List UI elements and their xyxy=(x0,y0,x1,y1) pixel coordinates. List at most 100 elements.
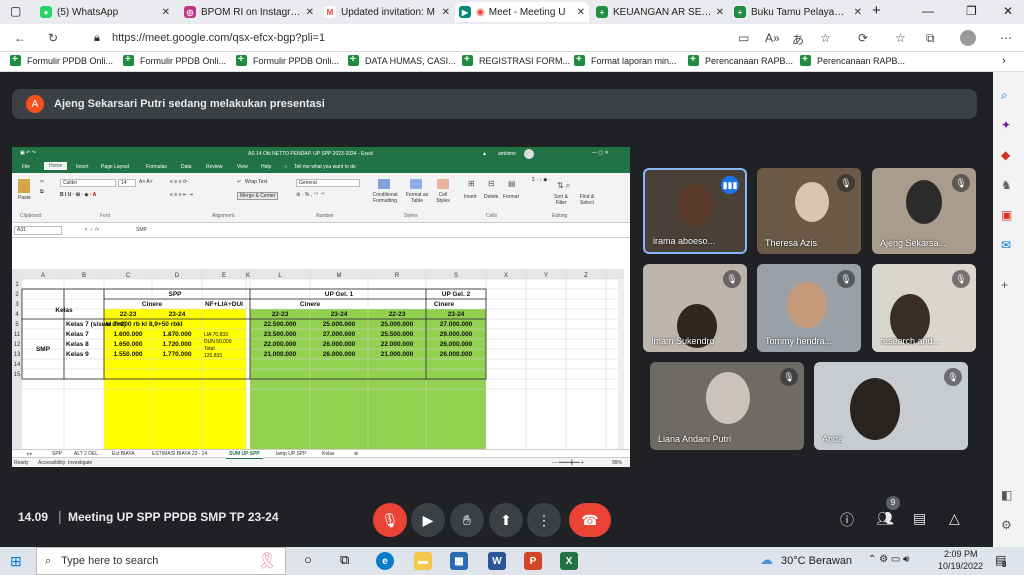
number-format-box: General xyxy=(296,179,360,187)
lock-icon: 🔒︎ xyxy=(94,32,100,44)
sheet-tab: Est BIAYA xyxy=(112,451,135,457)
back-icon[interactable]: ← xyxy=(14,31,26,45)
cell: 22-23 xyxy=(272,311,289,318)
settings-icon[interactable]: ⚙ xyxy=(1001,518,1012,532)
sheets-icon xyxy=(348,54,359,66)
translate-icon[interactable]: あ xyxy=(792,31,804,48)
store-icon[interactable]: ▦ xyxy=(450,552,468,570)
mic-toggle-button[interactable]: 🎙︎ xyxy=(373,503,407,537)
end-call-button[interactable]: ☎︎ xyxy=(569,503,611,537)
tab-instagram[interactable]: ◎ BPOM RI on Instagram ✕ xyxy=(180,2,318,22)
favorites-icon[interactable]: ☆ xyxy=(895,31,906,45)
outlook-icon[interactable]: ✉ xyxy=(1001,238,1011,252)
search-icon[interactable]: ⌕ xyxy=(1001,88,1008,103)
cell: 27.000.000 xyxy=(440,321,473,328)
office-icon[interactable]: ▣ xyxy=(1001,208,1012,222)
tag-icon[interactable]: ◆ xyxy=(1001,148,1010,162)
task-view-icon[interactable]: ⧉ xyxy=(340,552,349,568)
add-icon[interactable]: + xyxy=(1001,278,1008,292)
tab-gmail[interactable]: M Updated invitation: M ✕ xyxy=(320,2,454,22)
bookmark-item[interactable]: DATA HUMAS, CASI... xyxy=(348,54,456,66)
sheet-tab: lamp UP SPP xyxy=(276,451,307,457)
tray-icons[interactable]: ⌃ ⚙ ▭ 🔊︎ xyxy=(868,554,909,565)
bookmark-item[interactable]: REGISTRASI FORM... xyxy=(462,54,570,66)
close-icon[interactable]: ✕ xyxy=(162,7,170,18)
profile-avatar[interactable] xyxy=(960,30,976,46)
more-options-button[interactable]: ⋮ xyxy=(527,503,561,537)
ribbon-tab: Insert xyxy=(76,164,89,170)
bookmark-item[interactable]: Perencanaan RAPB... xyxy=(800,54,905,66)
tab-meet[interactable]: ▶ ◉ Meet - Meeting U ✕ xyxy=(455,2,589,22)
weather-text[interactable]: 30°C Berawan xyxy=(781,555,852,567)
row-number: 15 xyxy=(14,372,21,378)
address-bar[interactable]: 🔒︎ https://meet.google.com/qsx-efcx-bgp?… xyxy=(88,29,728,47)
extensions-icon[interactable]: ⟳ xyxy=(858,31,868,45)
bookmark-item[interactable]: Formulir PPDB Onli... xyxy=(236,54,339,66)
close-icon[interactable]: ✕ xyxy=(854,7,862,18)
participant-tile[interactable]: 🎙︎ Imam Sukendro xyxy=(643,264,747,352)
ribbon-tab: Help xyxy=(261,164,272,170)
file-explorer-icon[interactable]: ▬ xyxy=(414,552,432,570)
hand-icon: ✋︎ xyxy=(463,511,471,528)
cell: 1.720.000 xyxy=(163,341,192,348)
tab-buku-tamu[interactable]: + Buku Tamu Pelayanan ✕ xyxy=(730,2,866,22)
meeting-title: Meeting UP SPP PPDB SMP TP 23-24 xyxy=(68,510,279,524)
participant-tile[interactable]: 🎙︎ Theresa Azis xyxy=(757,168,861,254)
bookmark-item[interactable]: Format laporan min... xyxy=(574,54,677,66)
sort-filter-icon: ⇅ ⌕ xyxy=(557,181,571,190)
edge-icon[interactable]: e xyxy=(376,552,394,570)
grow-font-icon: A˄ A˅ xyxy=(139,179,153,185)
participant-tile[interactable]: 🎙︎ research and... xyxy=(872,264,976,352)
participant-tile[interactable]: 🎙︎ Anda xyxy=(814,362,968,450)
window-menu-icon[interactable]: ▢ xyxy=(10,4,21,18)
powerpoint-icon[interactable]: P xyxy=(524,552,542,570)
tab-keuangan[interactable]: + KEUANGAN AR SEKOL ✕ xyxy=(592,2,728,22)
browser-tab-bar: ▢ ● (5) WhatsApp ✕ ◎ BPOM RI on Instagra… xyxy=(0,0,1024,24)
row-number: 13 xyxy=(14,352,21,358)
participant-tile[interactable]: 🎙︎ Tommy hendra... xyxy=(757,264,861,352)
excel-icon[interactable]: X xyxy=(560,552,578,570)
collections-icon[interactable]: ⧉ xyxy=(926,31,935,46)
participant-tile[interactable]: ▮▮▮ irama aboeso... xyxy=(643,168,747,254)
chevron-right-icon[interactable]: › xyxy=(1002,55,1006,67)
raise-hand-button[interactable]: ✋︎ xyxy=(450,503,484,537)
read-aloud-icon[interactable]: A» xyxy=(765,31,780,45)
clock-date[interactable]: 10/19/2022 xyxy=(938,561,983,571)
clock-time[interactable]: 2:09 PM xyxy=(944,549,978,559)
chat-icon[interactable]: ▤ xyxy=(913,510,926,527)
end-call-icon: ☎︎ xyxy=(581,511,599,528)
present-button[interactable]: ⬆ xyxy=(489,503,523,537)
people-icon[interactable]: 👥︎ xyxy=(876,510,894,527)
camera-toggle-button[interactable]: ▶ xyxy=(411,503,445,537)
close-window-button[interactable]: ✕ xyxy=(1003,4,1013,18)
cell: Cinere xyxy=(434,301,455,308)
taskbar-search[interactable]: ⌕ Type here to search 🎗︎ xyxy=(36,547,286,575)
minimize-button[interactable]: — xyxy=(922,4,934,18)
participant-tile[interactable]: 🎙︎ Ajeng Sekarsa... xyxy=(872,168,976,254)
cell-styles-icon xyxy=(437,179,449,189)
games-icon[interactable]: ♞ xyxy=(1001,178,1012,192)
new-tab-button[interactable]: + xyxy=(872,2,881,19)
participant-tile[interactable]: 🎙︎ Liana Andani Putri xyxy=(650,362,804,450)
cortana-icon[interactable]: ○ xyxy=(304,552,312,567)
refresh-icon[interactable]: ↻ xyxy=(48,31,58,45)
favorite-icon[interactable]: ☆ xyxy=(820,31,831,45)
close-icon[interactable]: ✕ xyxy=(577,7,585,18)
windows-start-icon[interactable]: ⊞ xyxy=(10,553,22,570)
sparkle-icon[interactable]: ✦ xyxy=(1001,118,1011,132)
camera-icon[interactable]: ▭ xyxy=(738,31,749,45)
close-icon[interactable]: ✕ xyxy=(716,7,724,18)
split-screen-icon[interactable]: ◧ xyxy=(1001,488,1012,502)
close-icon[interactable]: ✕ xyxy=(442,7,450,18)
info-icon[interactable]: ⓘ xyxy=(840,510,854,530)
speaking-icon: ▮▮▮ xyxy=(721,176,739,194)
bookmark-item[interactable]: Perencanaan RAPB... xyxy=(688,54,793,66)
restore-button[interactable]: ❐ xyxy=(966,4,977,18)
close-icon[interactable]: ✕ xyxy=(306,7,314,18)
bookmark-item[interactable]: Formulir PPDB Onli... xyxy=(123,54,226,66)
more-icon[interactable]: ⋯ xyxy=(1000,31,1012,45)
activities-icon[interactable]: △ xyxy=(949,510,960,527)
word-icon[interactable]: W xyxy=(488,552,506,570)
bookmark-item[interactable]: Formulir PPDB Onli... xyxy=(10,54,113,66)
tab-whatsapp[interactable]: ● (5) WhatsApp ✕ xyxy=(36,2,174,22)
